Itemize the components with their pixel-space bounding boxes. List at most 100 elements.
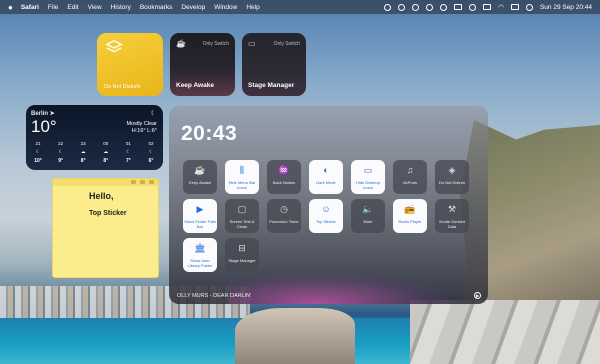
menu-app-name[interactable]: Safari <box>21 4 39 11</box>
switch-label: Radio Player <box>398 219 422 224</box>
radio-player-icon: 📻 <box>404 204 416 214</box>
weather-hour: 01 ☾ 7° <box>121 141 135 164</box>
cloud-icon: ☁ <box>103 149 109 154</box>
switch-do-not-disturb[interactable]: ◈ Do Not Disturb <box>435 160 469 194</box>
control-center-icon[interactable] <box>510 4 519 10</box>
switch-xcode-derived-data[interactable]: ⚒ Xcode Derived Data <box>435 199 469 233</box>
switch-screen-test-clean[interactable]: ▢ Screen Test & Clean <box>225 199 259 233</box>
sticky-titlebar[interactable] <box>53 179 158 186</box>
one-switch-panel: 20:43 ☕ Keep Awake ⫼ Hide Menu Bar Icons ♒ Ba… <box>169 106 488 304</box>
menu-bar: ● Safari File Edit View History Bookmark… <box>0 0 600 14</box>
switch-top-sticker[interactable]: ☺ Top Sticker <box>309 199 343 233</box>
moon-icon: ☾ <box>35 149 41 154</box>
hour-time: 21 <box>35 141 41 146</box>
siri-icon[interactable] <box>525 3 533 11</box>
stage-manager-label: Stage Manager <box>248 82 295 89</box>
status-icon-6[interactable] <box>454 4 463 10</box>
menu-clock[interactable]: Sun 29 Sep 20:44 <box>540 4 592 11</box>
hour-temp: 6° <box>148 158 154 164</box>
menu-help[interactable]: Help <box>246 4 259 11</box>
top-sticker-icon: ☺ <box>321 204 331 214</box>
switch-back-noises[interactable]: ♒ Back Noises <box>267 160 301 194</box>
sticky-more-icon[interactable] <box>149 180 154 184</box>
now-playing[interactable]: OLLY MURS - DEAR DARLIN' <box>177 293 251 299</box>
back-noises-icon: ♒ <box>278 165 290 175</box>
moon-icon: ☾ <box>58 149 63 154</box>
panel-glow <box>229 274 448 304</box>
weather-hour: 23 ☁ 8° <box>76 141 90 164</box>
status-icon-3[interactable] <box>412 3 420 11</box>
layers-icon <box>105 40 123 53</box>
menu-edit[interactable]: Edit <box>67 4 78 11</box>
hour-temp: 7° <box>125 158 131 164</box>
switch-label: Stage Manager <box>228 258 256 263</box>
do-not-disturb-widget[interactable]: Do Not Disturb <box>97 33 163 96</box>
switch-hide-desktop-icons[interactable]: ▭ Hide Desktop Icons <box>351 160 385 194</box>
switch-label: Mute <box>363 219 373 224</box>
airpods-icon: ♫ <box>406 165 414 175</box>
hour-temp: 9° <box>58 158 63 164</box>
switch-mute[interactable]: 🔈 Mute <box>351 199 385 233</box>
switch-label: Show User Library Folder <box>187 258 213 268</box>
status-icon-2[interactable] <box>398 3 406 11</box>
switch-dark-mode[interactable]: ◐ Dark Mode <box>309 160 343 194</box>
wifi-icon[interactable]: ◠ <box>498 3 504 11</box>
weather-hourly: 21 ☾ 10° 22 ☾ 9° 23 ☁ 8° 00 ☁ 8° 01 ☾ 7° 02 ☾ 6° <box>31 141 158 164</box>
keep-awake-label: Keep Awake <box>176 82 214 89</box>
switch-label: Dark Mode <box>316 180 336 185</box>
weather-widget[interactable]: Berlin ➤ 10° ☾ Mostly Clear H:16° L:6° 2… <box>26 105 163 170</box>
switch-hide-menu-bar-icons[interactable]: ⫼ Hide Menu Bar Icons <box>225 160 259 194</box>
switch-keep-awake[interactable]: ☕ Keep Awake <box>183 160 217 194</box>
sticky-line-1[interactable]: Hello, <box>89 191 114 201</box>
wallpaper-sea <box>0 318 430 364</box>
status-icon-4[interactable] <box>426 3 434 11</box>
stage-manager-widget[interactable]: ▭ Only Switch Stage Manager <box>242 33 306 96</box>
menu-bookmarks[interactable]: Bookmarks <box>140 4 173 11</box>
apple-menu-icon[interactable]: ● <box>8 3 13 12</box>
mute-icon: 🔈 <box>362 204 374 214</box>
switch-label: Do Not Disturb <box>438 180 466 185</box>
stage-manager-icon: ▭ <box>248 39 256 48</box>
status-icon-1[interactable] <box>384 3 392 11</box>
sticky-window-icon[interactable] <box>140 180 145 184</box>
menu-extras: ◠ Sun 29 Sep 20:44 <box>384 3 592 11</box>
switch-radio-player[interactable]: 📻 Radio Player <box>393 199 427 233</box>
menu-file[interactable]: File <box>48 4 58 11</box>
status-icon-8[interactable] <box>483 4 492 10</box>
keep-awake-mode: Only Switch <box>202 41 229 47</box>
moon-icon: ☾ <box>150 111 156 117</box>
switch-pomodoro-timer[interactable]: ◷ Pomodoro Timer <box>267 199 301 233</box>
switch-show-user-library-folder[interactable]: 🏛 Show User Library Folder <box>183 238 217 272</box>
switch-grid: ☕ Keep Awake ⫼ Hide Menu Bar Icons ♒ Back Noi… <box>183 160 483 272</box>
play-icon[interactable]: ▶ <box>474 292 481 299</box>
weather-hour: 22 ☾ 9° <box>54 141 68 164</box>
menu-view[interactable]: View <box>88 4 102 11</box>
hour-time: 00 <box>103 141 109 146</box>
menu-history[interactable]: History <box>111 4 131 11</box>
switch-label: Xcode Derived Data <box>438 219 466 229</box>
switch-label: Show Finder Path Bar <box>184 219 216 229</box>
weather-temp: 10° <box>31 117 57 136</box>
weather-hour: 02 ☾ 6° <box>144 141 158 164</box>
weather-hour: 21 ☾ 10° <box>31 141 45 164</box>
xcode-derived-data-icon: ⚒ <box>447 204 457 214</box>
sticky-eye-icon[interactable] <box>131 180 136 184</box>
hour-temp: 8° <box>103 158 109 164</box>
screen-test-clean-icon: ▢ <box>237 204 247 214</box>
menu-window[interactable]: Window <box>214 4 237 11</box>
hour-temp: 10° <box>34 158 42 164</box>
switch-stage-manager[interactable]: ⊟ Stage Manager <box>225 238 259 272</box>
menu-develop[interactable]: Develop <box>181 4 205 11</box>
sticky-note[interactable]: Hello, Top Sticker <box>52 178 159 278</box>
switch-show-finder-path-bar[interactable]: ▶ Show Finder Path Bar <box>183 199 217 233</box>
status-icon-7[interactable] <box>469 3 477 11</box>
switch-airpods[interactable]: ♫ AirPods <box>393 160 427 194</box>
hour-time: 01 <box>125 141 131 146</box>
switch-label: Hide Desktop Icons <box>355 180 380 190</box>
hour-temp: 8° <box>80 158 86 164</box>
hour-time: 02 <box>148 141 154 146</box>
keep-awake-widget[interactable]: ☕ Only Switch Keep Awake <box>170 33 235 96</box>
hour-time: 22 <box>58 141 64 146</box>
status-icon-5[interactable] <box>440 3 448 11</box>
sticky-line-2[interactable]: Top Sticker <box>89 210 127 217</box>
